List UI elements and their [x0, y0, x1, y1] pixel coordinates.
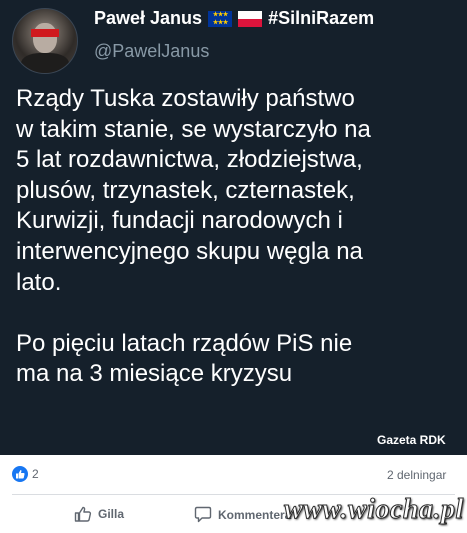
- wiocha-watermark: www.wiocha.pl: [284, 494, 464, 526]
- shares-count[interactable]: 2 delningar: [387, 468, 446, 482]
- author-name: Paweł Janus: [94, 8, 203, 28]
- avatar: [12, 8, 78, 74]
- poland-flag-icon: [238, 10, 263, 27]
- eu-flag-icon: [208, 10, 233, 27]
- thumb-up-icon: [16, 470, 25, 479]
- avatar-body: [21, 53, 69, 73]
- like-reaction-icon: [12, 466, 28, 482]
- thumb-up-outline-icon: [74, 506, 92, 522]
- tweet-text: Rządy Tuska zostawiły państwo w takim st…: [16, 85, 371, 388]
- avatar-face: [33, 23, 57, 53]
- reaction-summary[interactable]: 2: [12, 466, 39, 482]
- reaction-count: 2: [32, 467, 39, 481]
- comment-label: Kommentera: [218, 507, 292, 522]
- like-button[interactable]: Gilla: [74, 506, 124, 522]
- gazeta-rdk-watermark: Gazeta RDK: [377, 433, 446, 447]
- comment-icon: [194, 506, 212, 523]
- avatar-eye-band: [31, 29, 59, 37]
- author-row: Paweł Janus #SilniRazem: [94, 8, 374, 29]
- tweet-screenshot: Paweł Janus #SilniRazem @PawelJanus Rząd…: [0, 0, 467, 455]
- hashtag: #SilniRazem: [268, 8, 375, 28]
- like-label: Gilla: [98, 507, 125, 521]
- author-handle: @PawelJanus: [94, 41, 210, 61]
- comment-button[interactable]: Kommentera: [194, 506, 291, 523]
